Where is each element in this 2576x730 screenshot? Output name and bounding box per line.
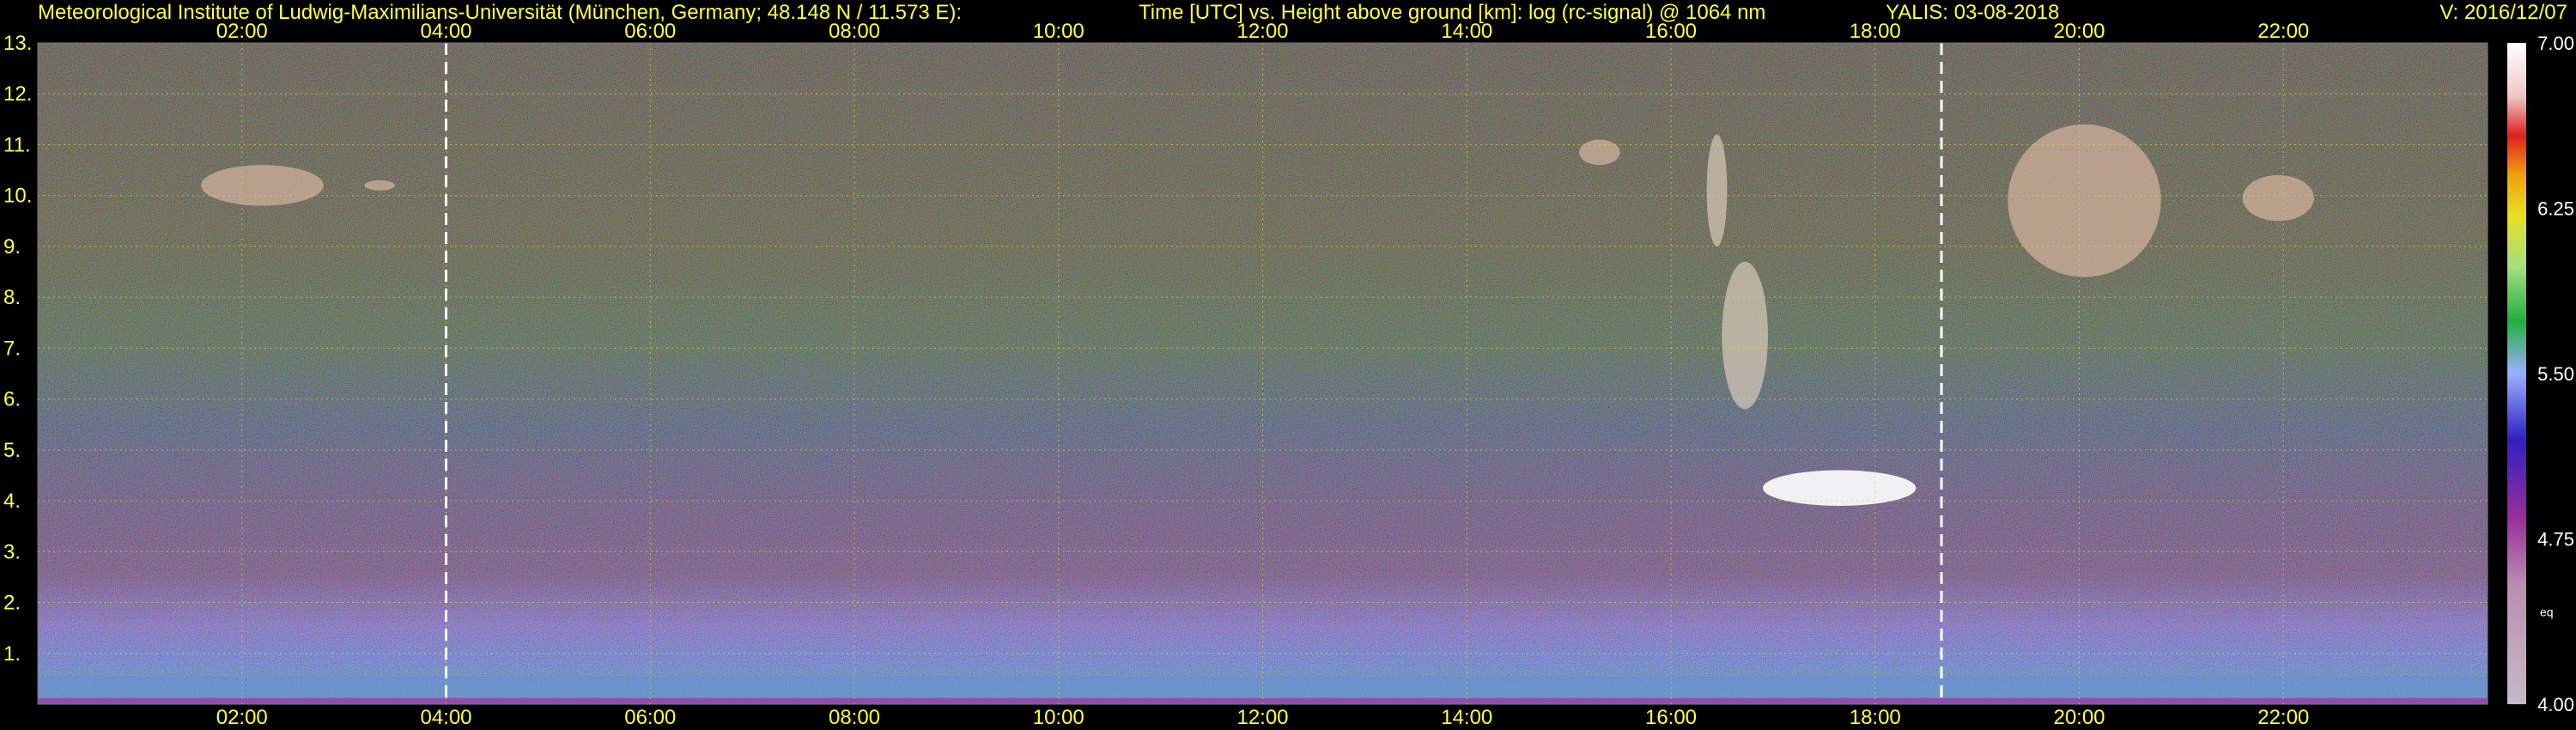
y-tick-2: 3. bbox=[3, 540, 21, 563]
x-tick-bottom-1: 04:00 bbox=[420, 706, 471, 729]
plot-area bbox=[37, 42, 2488, 705]
header-version: V: 2016/12/07 bbox=[2439, 1, 2567, 24]
colorbar-tick-0: 4.00 bbox=[2537, 694, 2574, 715]
header-axes-title: Time [UTC] vs. Height above ground [km]:… bbox=[1139, 1, 1765, 24]
y-tick-10: 11. bbox=[3, 133, 31, 156]
colorbar: 4.00 4.75 5.50 6.25 7.00 eq bbox=[2507, 33, 2574, 715]
cloud-feature-cirrus-7 bbox=[2242, 175, 2314, 222]
colorbar-gradient bbox=[2507, 43, 2526, 704]
cloud-feature-cirrus-6 bbox=[2008, 124, 2161, 277]
x-tick-bottom-5: 12:00 bbox=[1236, 706, 1288, 729]
x-tick-bottom-4: 10:00 bbox=[1033, 706, 1084, 729]
y-tick-7: 8. bbox=[3, 286, 21, 309]
x-axis-bottom: 02:00 04:00 06:00 08:00 10:00 12:00 14:00 16:00… bbox=[216, 706, 2310, 729]
y-tick-12: 13. bbox=[3, 32, 32, 55]
colorbar-tick-4: 7.00 bbox=[2537, 33, 2574, 54]
x-tick-bottom-2: 06:00 bbox=[624, 706, 676, 729]
y-tick-3: 4. bbox=[3, 490, 21, 513]
y-tick-11: 12. bbox=[3, 82, 32, 106]
colorbar-tick-1: 4.75 bbox=[2537, 529, 2574, 551]
y-tick-9: 10. bbox=[3, 185, 32, 208]
cloud-feature-cirrus-1 bbox=[364, 179, 396, 191]
x-tick-bottom-7: 16:00 bbox=[1645, 706, 1697, 729]
x-tick-bottom-9: 20:00 bbox=[2053, 706, 2105, 729]
x-tick-top-9: 20:00 bbox=[2053, 20, 2105, 43]
cloud-feature-cirrus-2 bbox=[1579, 139, 1620, 166]
cloud-feature-cirrus-0 bbox=[201, 165, 324, 206]
x-tick-bottom-8: 18:00 bbox=[1850, 706, 1901, 729]
y-tick-1: 2. bbox=[3, 592, 21, 615]
y-tick-0: 1. bbox=[3, 642, 21, 666]
colorbar-tick-2: 5.50 bbox=[2537, 363, 2574, 385]
header-institute: Meteorological Institute of Ludwig-Maxim… bbox=[38, 1, 962, 24]
lidar-quicklook-chart: 02:00 04:00 06:00 08:00 10:00 12:00 14:00 16:00… bbox=[3, 1, 2574, 729]
cloud-feature-fallstreak-3 bbox=[1706, 134, 1728, 246]
colorbar-unit-label: eq bbox=[2540, 605, 2554, 618]
x-tick-bottom-0: 02:00 bbox=[216, 706, 268, 729]
x-tick-top-10: 22:00 bbox=[2257, 20, 2309, 43]
header-station-date: YALIS: 03-08-2018 bbox=[1886, 1, 2059, 24]
y-tick-6: 7. bbox=[3, 337, 21, 360]
y-tick-5: 6. bbox=[3, 388, 21, 411]
y-tick-4: 5. bbox=[3, 439, 21, 462]
x-tick-top-4: 10:00 bbox=[1033, 20, 1084, 43]
x-tick-bottom-10: 22:00 bbox=[2257, 706, 2309, 729]
y-tick-8: 9. bbox=[3, 235, 21, 259]
colorbar-tick-3: 6.25 bbox=[2537, 198, 2574, 220]
x-tick-bottom-6: 14:00 bbox=[1441, 706, 1492, 729]
x-tick-bottom-3: 08:00 bbox=[829, 706, 880, 729]
y-axis: 1. 2. 3. 4. 5. 6. 7. 8. 9. 10. 11. 12. 13. bbox=[3, 32, 32, 666]
cloud-feature-fallstreak-4 bbox=[1722, 261, 1768, 410]
